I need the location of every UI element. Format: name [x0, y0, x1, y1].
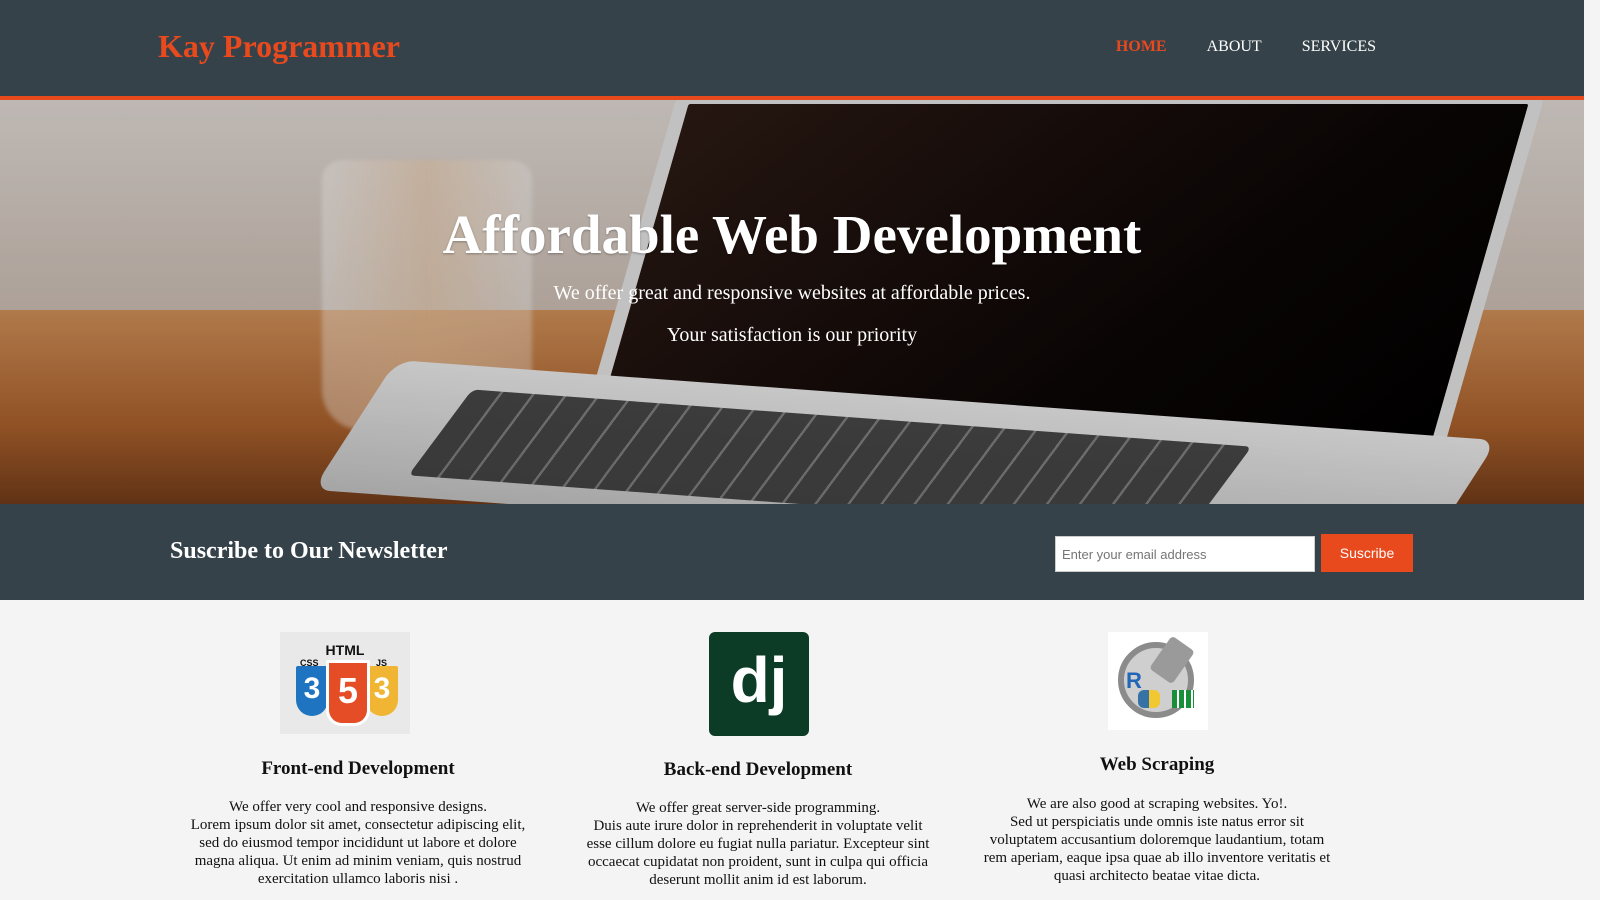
subscribe-button[interactable]: Suscribe [1321, 534, 1413, 572]
newsletter-heading: Suscribe to Our Newsletter [170, 538, 448, 564]
brand-logo-text[interactable]: Kay Programmer [158, 28, 400, 65]
css-shield-icon: 3 [296, 666, 328, 716]
service-line: magna aliqua. Ut enim ad minim veniam, q… [194, 853, 522, 869]
service-line: Sed ut perspiciatis unde omnis iste natu… [1009, 814, 1305, 830]
spreadsheet-icon [1172, 690, 1194, 708]
logo-label-html: HTML [325, 642, 365, 658]
service-line: We offer great server-side programming. [635, 800, 881, 816]
service-description: We are also good at scraping websites. Y… [972, 795, 1342, 885]
service-line: quasi architecto beatae vitae dicta. [1053, 868, 1261, 884]
js-shield-icon: 3 [366, 666, 398, 716]
email-input[interactable] [1055, 536, 1315, 572]
service-line: esse cillum dolore eu fugiat nulla paria… [586, 836, 930, 852]
service-line: deserunt mollit anim id est laborum. [649, 872, 867, 888]
html-css-js-icon: HTML CSS JS 3 5 3 [280, 632, 410, 734]
service-line: voluptatem accusantium doloremque laudan… [989, 832, 1325, 848]
web-scraping-icon: R [1108, 632, 1208, 730]
nav-link-home[interactable]: HOME [1116, 38, 1167, 56]
service-line: Duis aute irure dolor in reprehenderit i… [593, 818, 923, 834]
html-shield-icon: 5 [326, 660, 370, 726]
service-line: We offer very cool and responsive design… [228, 799, 488, 815]
newsletter-section: Suscribe to Our Newsletter Suscribe [0, 504, 1584, 600]
service-title: Web Scraping [1099, 754, 1215, 775]
hero-showcase: Affordable Web Development We offer grea… [0, 100, 1584, 504]
hero-subtitle: We offer great and responsive websites a… [553, 282, 1031, 304]
hero-title: Affordable Web Development [442, 204, 1142, 265]
nav-link-services[interactable]: SERVICES [1302, 38, 1376, 56]
service-title: Front-end Development [261, 758, 455, 779]
site-header: Kay Programmer HOME ABOUT SERVICES [0, 0, 1584, 100]
service-description: We offer great server-side programming. … [573, 799, 943, 889]
service-line: We are also good at scraping websites. Y… [1026, 796, 1288, 812]
nav-link-about[interactable]: ABOUT [1207, 38, 1262, 56]
python-icon [1138, 690, 1160, 708]
hero-tagline: Your satisfaction is our priority [666, 324, 918, 346]
r-language-icon: R [1126, 668, 1142, 693]
django-icon: dj [709, 632, 809, 736]
service-title: Back-end Development [663, 759, 853, 780]
service-description: We offer very cool and responsive design… [173, 798, 543, 888]
service-line: rem aperiam, eaque ipsa quae ab illo inv… [983, 850, 1331, 866]
service-line: sed do eiusmod tempor incididunt ut labo… [199, 835, 517, 851]
service-line: occaecat cupidatat non proident, sunt in… [587, 854, 929, 870]
service-line: exercitation ullamco laboris nisi . [257, 871, 459, 887]
service-line: Lorem ipsum dolor sit amet, consectetur … [190, 817, 526, 833]
main-nav: HOME ABOUT SERVICES [1116, 38, 1376, 56]
